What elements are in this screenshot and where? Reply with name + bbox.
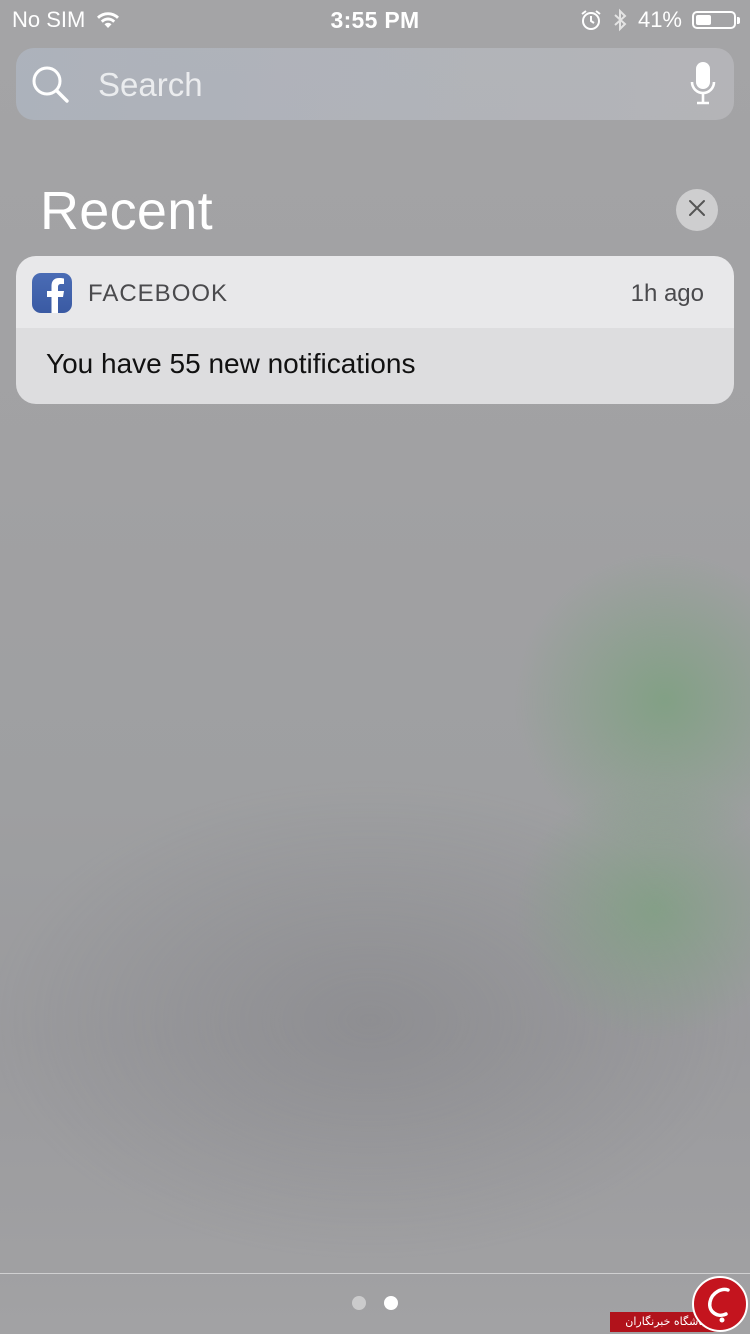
notification-app-name: FACEBOOK — [88, 280, 229, 307]
close-icon — [688, 199, 706, 222]
search-bar[interactable] — [16, 48, 734, 120]
watermark-emblem — [692, 1276, 748, 1332]
battery-icon — [692, 11, 740, 29]
notification-header: FACEBOOK 1h ago — [16, 256, 734, 328]
section-title-recent: Recent — [40, 181, 213, 241]
status-right: 41% — [580, 7, 740, 33]
notification-card[interactable]: FACEBOOK 1h ago You have 55 new notifica… — [16, 256, 734, 404]
page-dot[interactable] — [352, 1296, 366, 1310]
clear-notifications-button[interactable] — [676, 189, 718, 231]
battery-percent: 41% — [637, 7, 682, 32]
watermark-logo: باشگاه خبرنگاران — [610, 1268, 750, 1334]
alarm-icon — [580, 9, 602, 31]
status-bar: No SIM 3:55 PM 41% — [0, 0, 750, 40]
page-dot[interactable] — [384, 1296, 398, 1310]
facebook-icon — [32, 273, 72, 313]
battery-nub — [737, 17, 740, 24]
search-icon — [30, 64, 70, 109]
notification-timestamp: 1h ago — [630, 280, 704, 307]
battery-level — [696, 15, 711, 25]
notification-message: You have 55 new notifications — [46, 348, 416, 379]
bluetooth-icon — [612, 8, 628, 32]
microphone-icon[interactable] — [690, 62, 716, 111]
notification-body: You have 55 new notifications — [16, 328, 734, 404]
search-input[interactable] — [96, 62, 680, 108]
